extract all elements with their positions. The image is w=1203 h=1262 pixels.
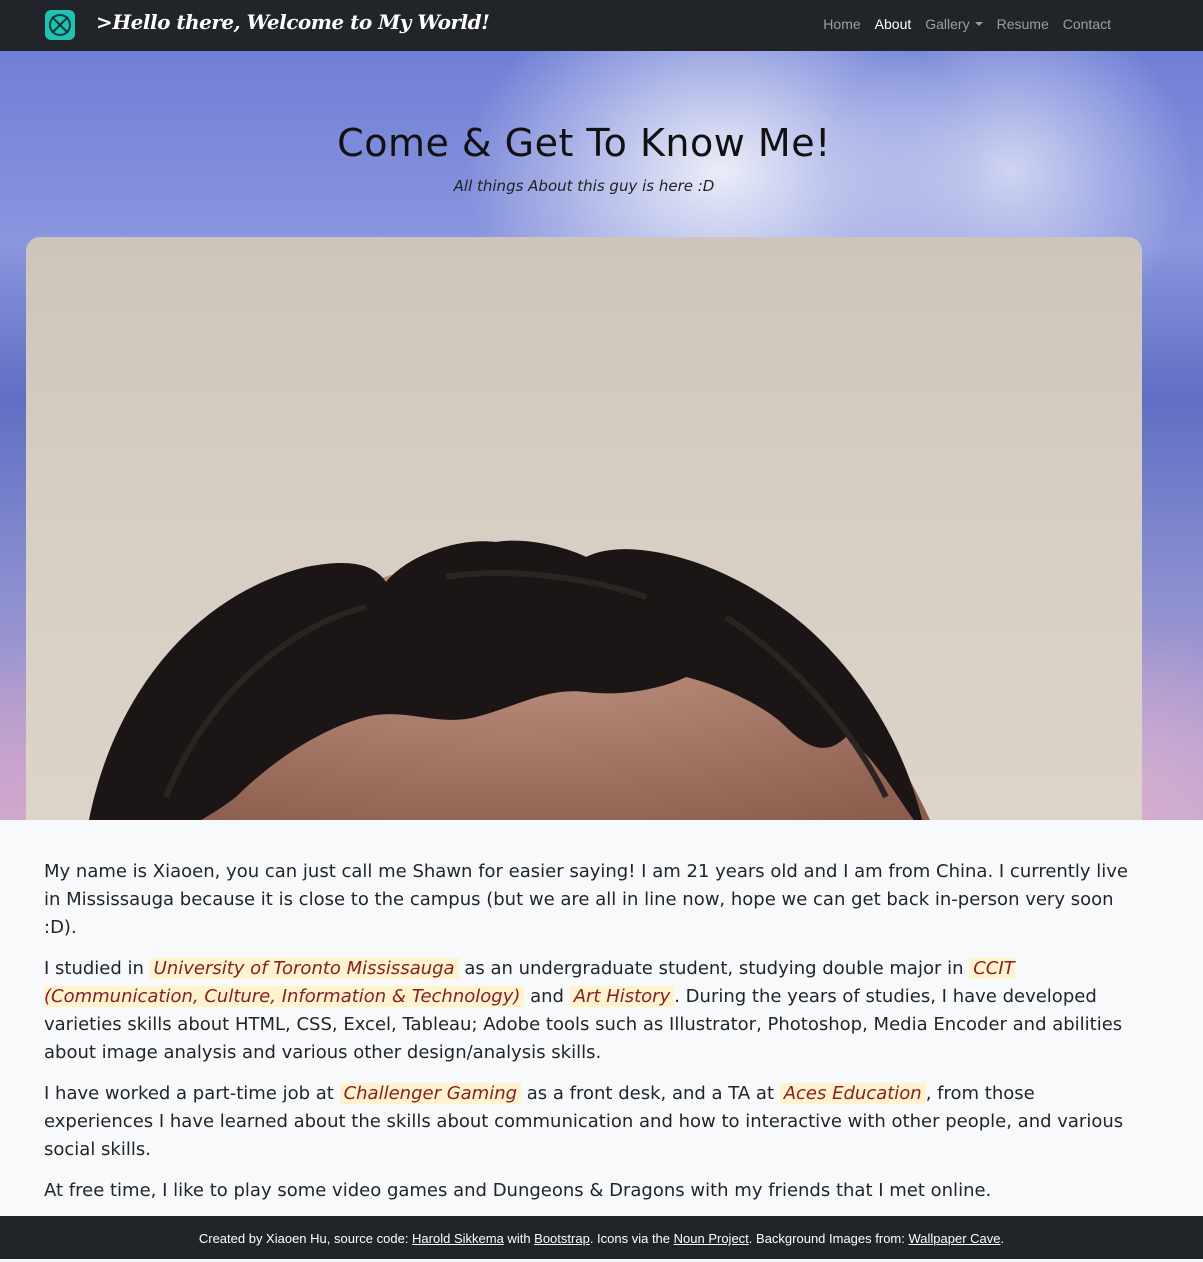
nav-resume[interactable]: Resume — [990, 16, 1056, 32]
about-paragraph-2: I studied in University of Toronto Missi… — [44, 955, 1134, 1067]
nav-about[interactable]: About — [868, 16, 919, 32]
text-segment: I studied in — [44, 958, 150, 979]
text-segment: and — [524, 986, 570, 1007]
about-paragraph-1: My name is Xiaoen, you can just call me … — [44, 861, 1128, 938]
nav-gallery-dropdown[interactable]: Gallery — [918, 16, 989, 32]
footer-text: Created by Xiaoen Hu, source code: — [198, 1231, 413, 1246]
nav-gallery-label: Gallery — [925, 16, 970, 32]
footer-text: . Background Images from: — [748, 1231, 909, 1246]
profile-photo — [26, 237, 1142, 820]
text-segment: as a front desk, and a TA at — [521, 1083, 780, 1104]
highlight-aces-education: Aces Education — [779, 1083, 926, 1104]
about-paragraph-4: At free time, I like to play some video … — [44, 1180, 992, 1201]
nav-links: Home About Gallery Resume Contact — [816, 16, 1118, 32]
chevron-down-icon — [974, 22, 983, 26]
text-segment: I have worked a part-time job at — [44, 1083, 340, 1104]
page-subtitle: All things About this guy is here :D — [453, 177, 715, 195]
nav-contact[interactable]: Contact — [1056, 16, 1118, 32]
footer-link-wallpaper-cave[interactable]: Wallpaper Cave — [908, 1231, 1000, 1246]
footer-text: . — [1000, 1231, 1005, 1246]
footer: Created by Xiaoen Hu, source code: Harol… — [0, 1216, 1203, 1259]
footer-text: . Icons via the — [589, 1231, 674, 1246]
top-navbar: >Hello there, Welcome to My World! Home … — [0, 0, 1203, 51]
text-segment: as an undergraduate student, studying do… — [458, 958, 970, 979]
footer-link-noun-project[interactable]: Noun Project — [674, 1231, 749, 1246]
brand-title[interactable]: >Hello there, Welcome to My World! — [96, 10, 490, 34]
hero-section: Come & Get To Know Me! All things About … — [0, 51, 1203, 820]
highlight-uoft: University of Toronto Mississauga — [149, 958, 459, 979]
about-content: My name is Xiaoen, you can just call me … — [44, 858, 1134, 1218]
nav-home[interactable]: Home — [816, 16, 867, 32]
about-paragraph-3: I have worked a part-time job at Challen… — [44, 1080, 1134, 1164]
footer-text: with — [503, 1231, 535, 1246]
footer-link-bootstrap[interactable]: Bootstrap — [534, 1231, 590, 1246]
highlight-challenger-gaming: Challenger Gaming — [339, 1083, 522, 1104]
highlight-art-history: Art History — [569, 986, 675, 1007]
footer-link-harold-sikkema[interactable]: Harold Sikkema — [412, 1231, 504, 1246]
brand-logo-icon[interactable] — [45, 10, 75, 40]
page-title: Come & Get To Know Me! — [337, 121, 831, 165]
